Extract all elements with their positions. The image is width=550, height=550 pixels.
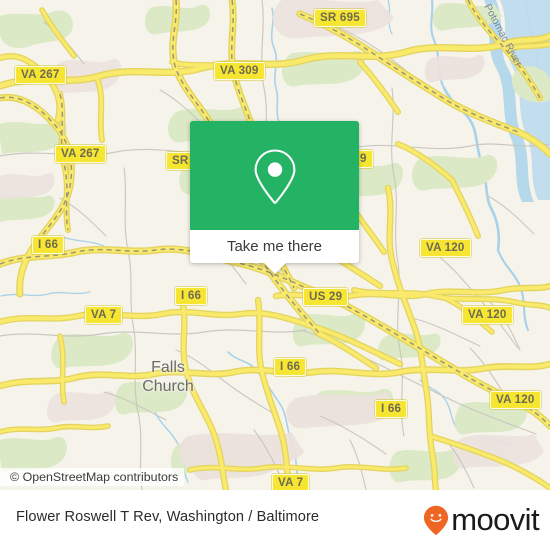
road-shield-us-29[interactable]: US 29 <box>303 288 349 306</box>
road-shield-i-66-b[interactable]: I 66 <box>175 287 208 305</box>
road-shield-va-7-b[interactable]: VA 7 <box>272 474 310 490</box>
map-pin-icon <box>254 148 295 204</box>
take-me-there-label: Take me there <box>226 238 323 255</box>
footer-bar: Flower Roswell T Rev, Washington / Balti… <box>0 490 550 550</box>
map-screenshot: Falls Church Potomac River VA 267 VA 267… <box>0 0 550 550</box>
road-shield-va-120-c[interactable]: VA 120 <box>490 391 541 409</box>
road-shield-va-267-a[interactable]: VA 267 <box>15 66 66 84</box>
road-shield-i-66-c[interactable]: I 66 <box>274 358 307 376</box>
road-shield-va-120-b[interactable]: VA 120 <box>462 306 513 324</box>
popup-header <box>190 121 359 230</box>
moovit-wordmark: moovit <box>451 502 539 537</box>
road-shield-va-120-a[interactable]: VA 120 <box>420 239 471 257</box>
road-shield-va-309[interactable]: VA 309 <box>214 62 265 80</box>
road-shield-va-7-a[interactable]: VA 7 <box>85 306 123 324</box>
road-shield-va-267-b[interactable]: VA 267 <box>55 145 106 163</box>
osm-attribution[interactable]: © OpenStreetMap contributors <box>0 468 185 486</box>
map-canvas[interactable]: Falls Church Potomac River VA 267 VA 267… <box>0 0 550 490</box>
moovit-pin-icon <box>424 505 449 535</box>
road-shield-sr-695[interactable]: SR 695 <box>314 9 366 27</box>
moovit-logo[interactable]: moovit <box>423 502 540 537</box>
popup-tail <box>263 263 286 274</box>
road-shield-i-66-d[interactable]: I 66 <box>375 400 408 418</box>
road-shield-i-66-a[interactable]: I 66 <box>32 236 65 254</box>
take-me-there-popup[interactable]: Take me there <box>190 121 359 274</box>
popup-action-bar[interactable]: Take me there <box>190 230 359 263</box>
location-caption: Flower Roswell T Rev, Washington / Balti… <box>16 509 320 525</box>
